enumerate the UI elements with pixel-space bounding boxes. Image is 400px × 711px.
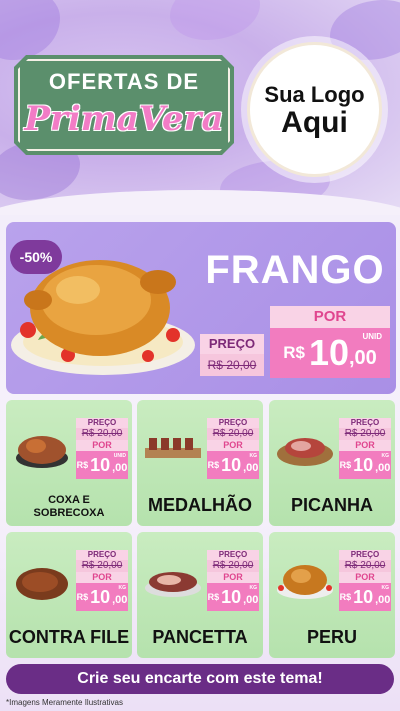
unit-label: KG <box>249 585 258 591</box>
picanha-icon <box>277 438 333 466</box>
preco-label: PREÇO <box>76 550 128 560</box>
new-price: R$ 10,00 KG <box>76 583 128 611</box>
price-integer: 10 <box>221 454 242 475</box>
product-name: COXA E SOBRECOXA <box>6 494 132 520</box>
product-name-line-1: MEDALHÃO <box>148 495 252 515</box>
currency: R$ <box>76 460 89 470</box>
por-label: POR <box>270 306 390 328</box>
price-integer: 10 <box>353 454 374 475</box>
por-label: POR <box>207 572 259 583</box>
product-card: PREÇO R$ 20,00 POR R$ 10,00 KG MEDALHÃO <box>137 400 263 526</box>
card-price-block: PREÇO R$ 20,00 POR R$ 10,00 KG <box>76 550 128 611</box>
new-price: R$ 10,00 KG <box>339 451 391 479</box>
por-label: POR <box>339 440 391 451</box>
currency: R$ <box>207 592 220 602</box>
price-integer: 10 <box>90 586 111 607</box>
price-decimal: ,00 <box>243 594 259 606</box>
product-card: PREÇO R$ 20,00 POR R$ 10,00 KG PANCETTA <box>137 532 263 658</box>
price-integer: 10 <box>90 454 111 475</box>
currency: R$ <box>76 592 89 602</box>
currency: R$ <box>339 460 352 470</box>
card-price-block: PREÇO R$ 20,00 POR R$ 10,00 UNID <box>76 418 128 479</box>
por-label: POR <box>76 440 128 451</box>
chicken-drumstick-icon <box>16 436 68 468</box>
price-integer: 10 <box>308 332 349 373</box>
product-name: MEDALHÃO <box>137 495 263 516</box>
unit-label: KG <box>118 585 127 591</box>
offers-banner: OFERTAS DE PrimaVera <box>14 55 234 155</box>
preco-label: PREÇO <box>76 418 128 428</box>
new-price: R$ 10,00 KG <box>207 451 259 479</box>
price-decimal: ,00 <box>375 462 391 474</box>
price-decimal: ,00 <box>243 462 259 474</box>
product-name: CONTRA FILE <box>6 627 132 648</box>
price-decimal: ,00 <box>112 594 128 606</box>
unit-label: KG <box>381 453 390 459</box>
discount-badge: -50% <box>10 240 62 274</box>
product-name-line-2: SOBRECOXA <box>33 507 105 519</box>
skewers-icon <box>145 438 201 458</box>
old-price: R$ 20,00 <box>76 428 128 440</box>
flyer: OFERTAS DE PrimaVera Sua Logo Aqui -50% … <box>0 0 400 711</box>
new-price: R$ 10,00 KG <box>207 583 259 611</box>
product-name: PANCETTA <box>137 627 263 648</box>
price-integer: 10 <box>221 586 242 607</box>
product-name-line-1: PANCETTA <box>152 627 248 647</box>
new-price: R$ 10,00 UNID <box>76 451 128 479</box>
preco-label: PREÇO <box>339 550 391 560</box>
steak-icon <box>16 568 68 600</box>
new-price: R$ 10 ,00 UNID <box>270 328 390 378</box>
product-card: PREÇO R$ 20,00 POR R$ 10,00 KG PERU <box>269 532 395 658</box>
price-integer: 10 <box>353 586 374 607</box>
logo-line-2: Aqui <box>281 105 348 139</box>
price-decimal: ,00 <box>375 594 391 606</box>
preco-label: PREÇO <box>207 418 259 428</box>
currency: R$ <box>283 343 305 362</box>
product-name-line-1: CONTRA FILE <box>8 627 130 647</box>
product-name-line-1: COXA E <box>48 494 90 506</box>
card-price-block: PREÇO R$ 20,00 POR R$ 10,00 KG <box>207 550 259 611</box>
banner-title-top: OFERTAS DE <box>48 69 200 94</box>
hero-price-block: PREÇO R$ 20,00 POR R$ 10 ,00 UNID <box>200 306 390 386</box>
cta-button[interactable]: Crie seu encarte com este tema! <box>6 664 394 694</box>
unit-label: UNID <box>362 332 382 341</box>
footnote: *Imagens Meramente Ilustrativas <box>6 698 123 707</box>
old-price: R$ 20,00 <box>76 560 128 572</box>
hero-product-name: FRANGO <box>205 248 385 292</box>
currency: R$ <box>339 592 352 602</box>
banner-title-bottom: PrimaVera <box>24 99 224 139</box>
card-price-block: PREÇO R$ 20,00 POR R$ 10,00 KG <box>339 418 391 479</box>
product-card: PREÇO R$ 20,00 POR R$ 10,00 UNID COXA E SOBRECO… <box>6 400 132 526</box>
old-price: R$ 20,00 <box>207 560 259 572</box>
turkey-icon <box>277 565 333 599</box>
new-price: R$ 10,00 KG <box>339 583 391 611</box>
old-price: R$ 20,00 <box>339 428 391 440</box>
product-card: PREÇO R$ 20,00 POR R$ 10,00 KG CONTRA FILE <box>6 532 132 658</box>
unit-label: KG <box>381 585 390 591</box>
product-name: PICANHA <box>269 495 395 516</box>
price-decimal: ,00 <box>112 462 128 474</box>
unit-label: KG <box>249 453 258 459</box>
product-name: PERU <box>269 627 395 648</box>
card-price-block: PREÇO R$ 20,00 POR R$ 10,00 KG <box>339 550 391 611</box>
por-label: POR <box>76 572 128 583</box>
preco-label: PREÇO <box>339 418 391 428</box>
price-decimal: ,00 <box>348 346 377 369</box>
por-label: POR <box>207 440 259 451</box>
logo-placeholder: Sua Logo Aqui <box>247 42 382 177</box>
old-price: R$ 20,00 <box>339 560 391 572</box>
logo-line-1: Sua Logo <box>264 81 365 107</box>
card-price-block: PREÇO R$ 20,00 POR R$ 10,00 KG <box>207 418 259 479</box>
product-name-line-1: PERU <box>306 627 357 647</box>
old-price: R$ 20,00 <box>200 354 264 376</box>
pancetta-icon <box>145 572 201 597</box>
por-label: POR <box>339 572 391 583</box>
preco-label: PREÇO <box>200 334 264 354</box>
unit-label: UNID <box>113 453 126 459</box>
product-card: PREÇO R$ 20,00 POR R$ 10,00 KG PICANHA <box>269 400 395 526</box>
old-price: R$ 20,00 <box>207 428 259 440</box>
currency: R$ <box>207 460 220 470</box>
preco-label: PREÇO <box>207 550 259 560</box>
product-name-line-1: PICANHA <box>290 495 373 515</box>
